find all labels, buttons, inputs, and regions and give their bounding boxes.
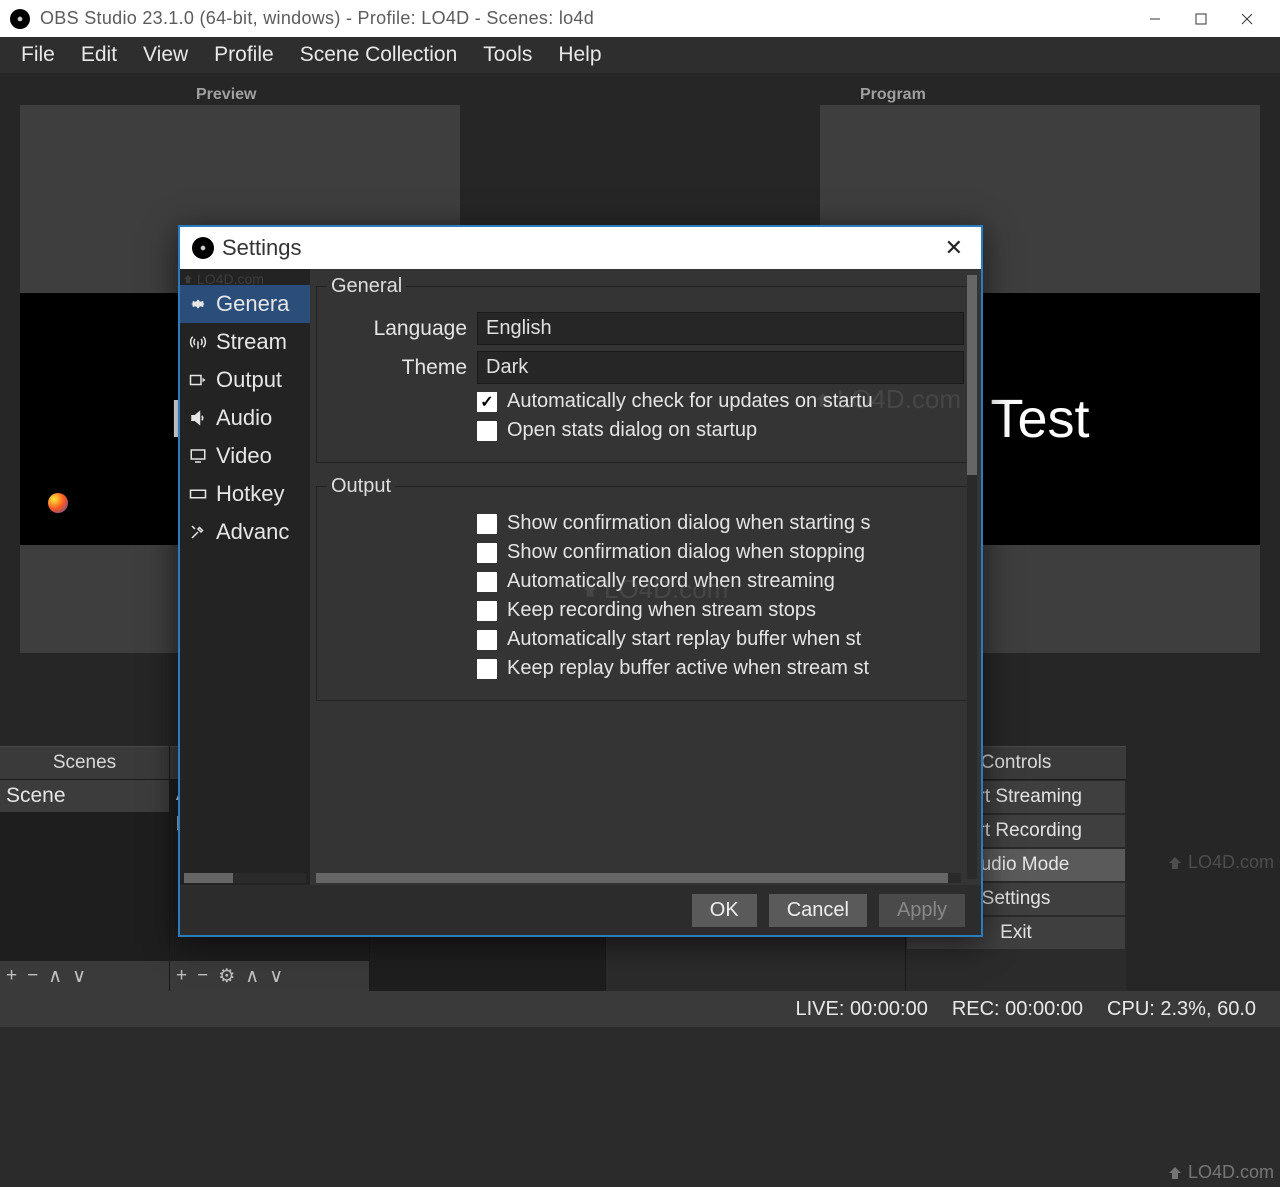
keyboard-icon [188, 485, 208, 503]
statusbar: LIVE: 00:00:00 REC: 00:00:00 CPU: 2.3%, … [0, 991, 1280, 1027]
status-cpu: CPU: 2.3%, 60.0 [1107, 998, 1256, 1021]
check-updates-label: Automatically check for updates on start… [507, 390, 873, 413]
menu-profile[interactable]: Profile [201, 39, 287, 71]
check-updates-checkbox[interactable] [477, 392, 497, 412]
menubar: File Edit View Profile Scene Collection … [0, 37, 1280, 73]
logo-icon [48, 493, 68, 513]
open-stats-label: Open stats dialog on startup [507, 419, 757, 442]
source-settings-button[interactable]: ⚙ [218, 965, 235, 988]
sources-footer: + − ⚙ ∧ ∨ [170, 961, 369, 991]
scenes-panel: Scenes Scene + − ∧ ∨ [0, 746, 170, 991]
maximize-button[interactable] [1178, 0, 1224, 37]
language-select[interactable]: English [477, 312, 964, 345]
theme-select[interactable]: Dark [477, 351, 964, 384]
watermark: LO4D.com [1166, 852, 1274, 873]
menu-file[interactable]: File [8, 39, 68, 71]
sidebar-item-advanced[interactable]: Advanc [180, 513, 310, 551]
remove-source-button[interactable]: − [197, 965, 208, 987]
sidebar-item-audio[interactable]: Audio [180, 399, 310, 437]
scene-down-button[interactable]: ∨ [72, 965, 86, 988]
content-hscrollbar[interactable] [316, 873, 961, 883]
preview-label: Preview [196, 86, 256, 104]
open-stats-checkbox[interactable] [477, 421, 497, 441]
apply-button[interactable]: Apply [879, 894, 965, 927]
window-title: OBS Studio 23.1.0 (64-bit, windows) - Pr… [40, 8, 1132, 29]
add-scene-button[interactable]: + [6, 965, 17, 987]
source-up-button[interactable]: ∧ [245, 965, 259, 988]
settings-dialog: Settings ✕ LO4D.com Genera Stream Output… [178, 225, 983, 937]
window-titlebar: OBS Studio 23.1.0 (64-bit, windows) - Pr… [0, 0, 1280, 37]
tools-icon [188, 523, 208, 541]
gear-icon [188, 295, 208, 313]
general-legend: General [327, 275, 406, 298]
program-text: Test [990, 388, 1089, 450]
scenes-list[interactable]: Scene [0, 780, 169, 961]
obs-app-icon [192, 237, 214, 259]
output-check-5[interactable] [477, 659, 497, 679]
program-label: Program [860, 86, 926, 104]
sidebar-item-general[interactable]: Genera [180, 285, 310, 323]
content-vscrollbar[interactable] [967, 275, 977, 879]
output-check-1[interactable] [477, 543, 497, 563]
settings-sidebar: LO4D.com Genera Stream Output Audio Vide… [180, 269, 310, 885]
settings-title: Settings [222, 235, 931, 261]
source-down-button[interactable]: ∨ [269, 965, 283, 988]
watermark-sidebar: LO4D.com [182, 271, 264, 287]
add-source-button[interactable]: + [176, 965, 187, 987]
obs-app-icon [10, 9, 30, 29]
ok-button[interactable]: OK [692, 894, 757, 927]
sidebar-scrollbar[interactable] [184, 873, 306, 883]
speaker-icon [188, 409, 208, 427]
remove-scene-button[interactable]: − [27, 965, 38, 987]
watermark-bottom: LO4D.com [1166, 1162, 1274, 1183]
menu-scene-collection[interactable]: Scene Collection [287, 39, 471, 71]
scene-row[interactable]: Scene [0, 780, 169, 812]
output-section: Output Show confirmation dialog when sta… [316, 475, 975, 701]
output-check-4[interactable] [477, 630, 497, 650]
minimize-button[interactable] [1132, 0, 1178, 37]
sidebar-item-video[interactable]: Video [180, 437, 310, 475]
output-check-0[interactable] [477, 514, 497, 534]
status-live: LIVE: 00:00:00 [796, 998, 928, 1021]
settings-titlebar: Settings ✕ [180, 227, 981, 269]
output-check-2[interactable] [477, 572, 497, 592]
output-legend: Output [327, 475, 395, 498]
sidebar-item-output[interactable]: Output [180, 361, 310, 399]
general-section: General Language English Theme Dark Auto… [316, 275, 975, 463]
sidebar-item-stream[interactable]: Stream [180, 323, 310, 361]
antenna-icon [188, 333, 208, 351]
scenes-footer: + − ∧ ∨ [0, 961, 169, 991]
sidebar-item-hotkeys[interactable]: Hotkey [180, 475, 310, 513]
menu-view[interactable]: View [130, 39, 201, 71]
settings-close-button[interactable]: ✕ [939, 235, 969, 261]
status-rec: REC: 00:00:00 [952, 998, 1083, 1021]
monitor-icon [188, 447, 208, 465]
close-button[interactable] [1224, 0, 1270, 37]
menu-help[interactable]: Help [545, 39, 614, 71]
theme-label: Theme [327, 356, 467, 380]
output-icon [188, 371, 208, 389]
menu-tools[interactable]: Tools [470, 39, 545, 71]
scene-up-button[interactable]: ∧ [48, 965, 62, 988]
menu-edit[interactable]: Edit [68, 39, 130, 71]
scenes-header: Scenes [0, 746, 169, 780]
language-label: Language [327, 317, 467, 341]
cancel-button[interactable]: Cancel [769, 894, 867, 927]
output-check-3[interactable] [477, 601, 497, 621]
settings-footer: OK Cancel Apply [180, 885, 981, 935]
settings-content: LO4D.com LO4D.com General Language Engli… [310, 269, 981, 885]
